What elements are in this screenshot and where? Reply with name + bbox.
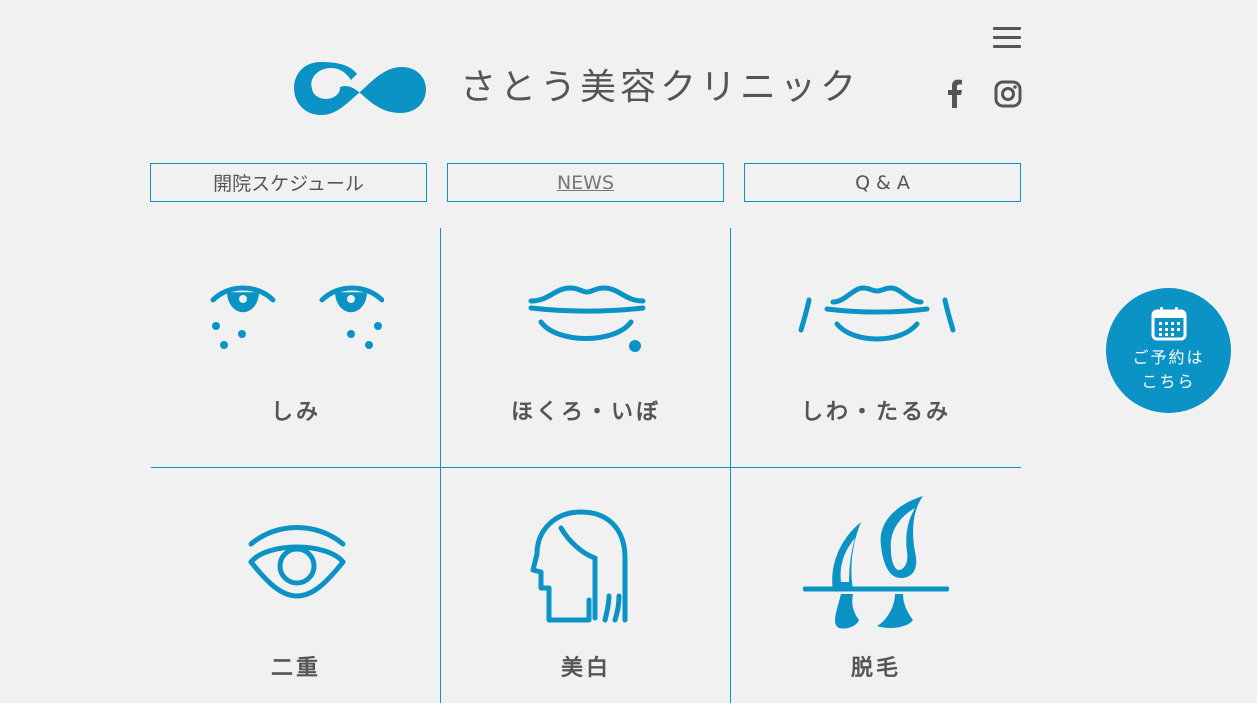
facebook-icon[interactable] [943, 78, 967, 108]
treatment-spots[interactable]: しみ [151, 228, 441, 467]
news-link[interactable]: NEWS [447, 163, 724, 202]
treatment-label: 脱毛 [850, 656, 901, 681]
reservation-line1: ご予約は [1132, 348, 1205, 367]
eye-icon [248, 525, 346, 599]
treatment-label: しみ [270, 400, 321, 425]
clinic-logo-icon[interactable] [293, 59, 427, 117]
treatment-label: ほくろ・いぼ [510, 400, 661, 425]
reservation-line2: こちら [1141, 372, 1196, 391]
mole-lips-icon [528, 285, 646, 352]
treatment-whitening[interactable]: 美白 [441, 468, 731, 703]
treatment-mole[interactable]: ほくろ・いぼ [441, 228, 731, 467]
hair-follicle-icon [803, 496, 949, 629]
schedule-button[interactable]: 開院スケジュール [150, 163, 427, 202]
clinic-name: さとう美容クリニック [460, 67, 861, 108]
treatment-double-eyelid[interactable]: 二重 [151, 468, 441, 703]
face-profile-icon [530, 509, 628, 623]
hamburger-icon [993, 27, 1021, 30]
reservation-text: ご予約は こちら [1106, 346, 1231, 394]
treatment-hair-removal[interactable]: 脱毛 [731, 468, 1021, 703]
treatment-label: 美白 [560, 656, 611, 681]
treatment-label: 二重 [270, 656, 321, 681]
treatment-wrinkle[interactable]: しわ・たるみ [731, 228, 1021, 467]
reservation-button[interactable]: ご予約は こちら [1106, 288, 1231, 413]
wrinkle-lips-icon [798, 285, 956, 342]
calendar-icon [1151, 307, 1187, 341]
spots-eyes-icon [210, 285, 384, 349]
hamburger-menu-button[interactable] [993, 27, 1021, 51]
qa-button[interactable]: Q & A [744, 163, 1021, 202]
instagram-icon[interactable] [994, 80, 1022, 108]
treatment-label: しわ・たるみ [800, 400, 951, 425]
